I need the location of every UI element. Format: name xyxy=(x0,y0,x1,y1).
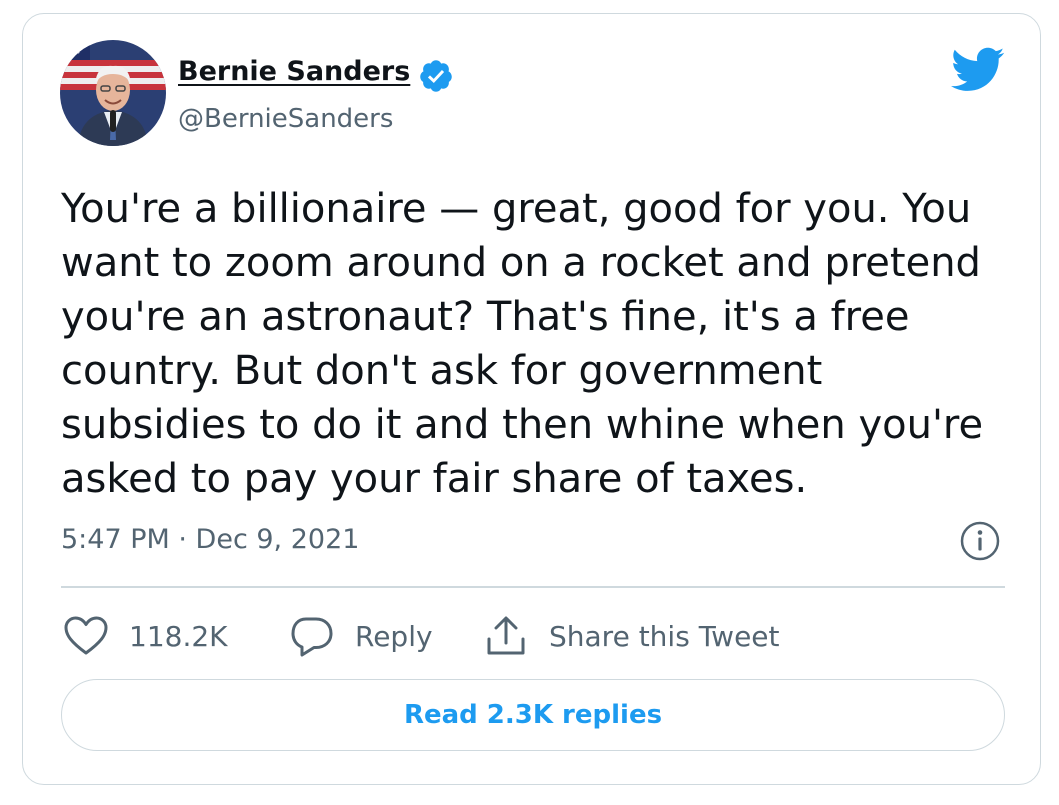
divider xyxy=(61,586,1005,588)
like-count: 118.2K xyxy=(129,619,228,653)
read-replies-button[interactable]: Read 2.3K replies xyxy=(61,679,1005,751)
like-button[interactable]: 118.2K xyxy=(63,612,228,660)
avatar-photo xyxy=(60,40,166,146)
avatar[interactable] xyxy=(60,40,166,146)
reply-bubble-icon xyxy=(291,617,333,657)
reply-button[interactable]: Reply xyxy=(289,612,433,660)
verified-badge-icon xyxy=(420,60,452,92)
share-label: Share this Tweet xyxy=(549,619,780,653)
info-icon[interactable] xyxy=(958,519,1002,563)
share-button[interactable]: Share this Tweet xyxy=(483,612,780,660)
share-upload-icon xyxy=(487,616,525,655)
tweet-text: You're a billionaire — great, good for y… xyxy=(61,186,984,502)
heart-icon xyxy=(64,616,108,655)
reply-label: Reply xyxy=(355,619,433,653)
author-handle[interactable]: @BernieSanders xyxy=(178,104,393,134)
tweet-card: Bernie Sanders @BernieSanders You're a b… xyxy=(22,13,1041,785)
tweet-timestamp[interactable]: 5:47 PM · Dec 9, 2021 xyxy=(61,524,359,555)
twitter-bird-icon[interactable] xyxy=(951,47,1005,93)
author-name[interactable]: Bernie Sanders xyxy=(178,56,410,87)
